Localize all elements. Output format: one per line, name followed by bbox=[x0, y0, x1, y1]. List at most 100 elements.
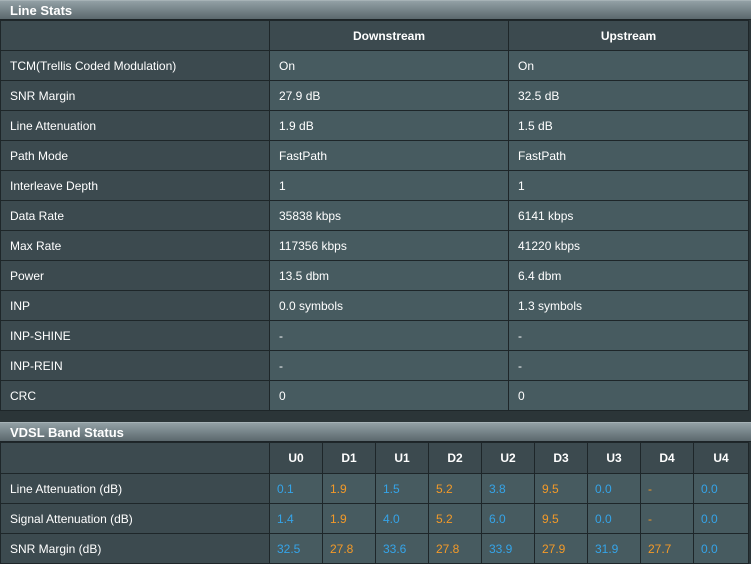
table-row: Interleave Depth 1 1 bbox=[0, 170, 749, 201]
upstream-value: 1.5 dB bbox=[508, 110, 749, 141]
band-value-d3: 9.5 bbox=[534, 503, 588, 534]
downstream-value: On bbox=[269, 50, 509, 81]
downstream-value: - bbox=[269, 320, 509, 351]
row-label: Interleave Depth bbox=[0, 170, 270, 201]
band-value-u2: 3.8 bbox=[481, 473, 535, 504]
line-stats-table: Downstream Upstream TCM(Trellis Coded Mo… bbox=[0, 20, 749, 411]
band-value-u3: 31.9 bbox=[587, 533, 641, 564]
band-value-d1: 1.9 bbox=[322, 503, 376, 534]
downstream-value: 13.5 dbm bbox=[269, 260, 509, 291]
band-value-d4: 27.7 bbox=[640, 533, 694, 564]
row-label: Max Rate bbox=[0, 230, 270, 261]
downstream-value: 35838 kbps bbox=[269, 200, 509, 231]
table-row: CRC 0 0 bbox=[0, 380, 749, 411]
band-value-u2: 33.9 bbox=[481, 533, 535, 564]
band-value-u3: 0.0 bbox=[587, 473, 641, 504]
row-label: INP-REIN bbox=[0, 350, 270, 381]
downstream-value: 0 bbox=[269, 380, 509, 411]
band-value-u1: 1.5 bbox=[375, 473, 429, 504]
band-value-u1: 4.0 bbox=[375, 503, 429, 534]
band-header-d2: D2 bbox=[428, 442, 482, 474]
upstream-value: 1.3 symbols bbox=[508, 290, 749, 321]
row-label: TCM(Trellis Coded Modulation) bbox=[0, 50, 270, 81]
band-header-blank bbox=[0, 442, 270, 474]
downstream-value: 1 bbox=[269, 170, 509, 201]
table-row: Max Rate 117356 kbps 41220 kbps bbox=[0, 230, 749, 261]
band-value-d2: 27.8 bbox=[428, 533, 482, 564]
band-row-label: SNR Margin (dB) bbox=[0, 533, 270, 564]
downstream-value: 117356 kbps bbox=[269, 230, 509, 261]
band-value-u0: 1.4 bbox=[269, 503, 323, 534]
upstream-value: 0 bbox=[508, 380, 749, 411]
downstream-value: FastPath bbox=[269, 140, 509, 171]
table-row: INP 0.0 symbols 1.3 symbols bbox=[0, 290, 749, 321]
band-value-u4: 0.0 bbox=[693, 533, 749, 564]
upstream-value: 32.5 dB bbox=[508, 80, 749, 111]
band-value-d4: - bbox=[640, 503, 694, 534]
band-header-u0: U0 bbox=[269, 442, 323, 474]
upstream-value: 6.4 dbm bbox=[508, 260, 749, 291]
band-value-u2: 6.0 bbox=[481, 503, 535, 534]
band-header-u3: U3 bbox=[587, 442, 641, 474]
table-row: Power 13.5 dbm 6.4 dbm bbox=[0, 260, 749, 291]
downstream-value: - bbox=[269, 350, 509, 381]
band-value-u1: 33.6 bbox=[375, 533, 429, 564]
upstream-value: FastPath bbox=[508, 140, 749, 171]
band-header-u4: U4 bbox=[693, 442, 749, 474]
band-value-u0: 0.1 bbox=[269, 473, 323, 504]
band-header-u1: U1 bbox=[375, 442, 429, 474]
band-header-d1: D1 bbox=[322, 442, 376, 474]
band-row-label: Line Attenuation (dB) bbox=[0, 473, 270, 504]
band-value-u4: 0.0 bbox=[693, 503, 749, 534]
table-row: Line Attenuation 1.9 dB 1.5 dB bbox=[0, 110, 749, 141]
table-row: INP-SHINE - - bbox=[0, 320, 749, 351]
band-value-d1: 27.8 bbox=[322, 533, 376, 564]
band-value-d4: - bbox=[640, 473, 694, 504]
band-value-d3: 27.9 bbox=[534, 533, 588, 564]
vdsl-band-status-title: VDSL Band Status bbox=[0, 422, 751, 442]
downstream-value: 0.0 symbols bbox=[269, 290, 509, 321]
row-label: SNR Margin bbox=[0, 80, 270, 111]
vdsl-band-status-table: U0 D1 U1 D2 U2 D3 U3 D4 U4 Line Attenuation (dB)… bbox=[0, 442, 749, 564]
row-label: Line Attenuation bbox=[0, 110, 270, 141]
band-header-u2: U2 bbox=[481, 442, 535, 474]
band-header-row: U0 D1 U1 D2 U2 D3 U3 D4 U4 bbox=[0, 442, 749, 474]
table-row: Data Rate 35838 kbps 6141 kbps bbox=[0, 200, 749, 231]
band-value-u3: 0.0 bbox=[587, 503, 641, 534]
downstream-value: 1.9 dB bbox=[269, 110, 509, 141]
row-label: INP-SHINE bbox=[0, 320, 270, 351]
upstream-value: 1 bbox=[508, 170, 749, 201]
upstream-value: 41220 kbps bbox=[508, 230, 749, 261]
band-value-u4: 0.0 bbox=[693, 473, 749, 504]
table-row: SNR Margin 27.9 dB 32.5 dB bbox=[0, 80, 749, 111]
table-row: Line Attenuation (dB) 0.1 1.9 1.5 5.2 3.8 9.5 0… bbox=[0, 473, 749, 504]
row-label: Path Mode bbox=[0, 140, 270, 171]
downstream-value: 27.9 dB bbox=[269, 80, 509, 111]
table-row: Path Mode FastPath FastPath bbox=[0, 140, 749, 171]
upstream-value: - bbox=[508, 320, 749, 351]
band-row-label: Signal Attenuation (dB) bbox=[0, 503, 270, 534]
band-header-d4: D4 bbox=[640, 442, 694, 474]
line-stats-header-row: Downstream Upstream bbox=[0, 20, 749, 51]
table-row: TCM(Trellis Coded Modulation) On On bbox=[0, 50, 749, 81]
band-value-d2: 5.2 bbox=[428, 503, 482, 534]
line-stats-header-blank bbox=[0, 20, 270, 51]
upstream-value: On bbox=[508, 50, 749, 81]
upstream-value: 6141 kbps bbox=[508, 200, 749, 231]
line-stats-title: Line Stats bbox=[0, 0, 751, 20]
table-row: SNR Margin (dB) 32.5 27.8 33.6 27.8 33.9 27.9 3… bbox=[0, 533, 749, 564]
upstream-value: - bbox=[508, 350, 749, 381]
band-value-d2: 5.2 bbox=[428, 473, 482, 504]
table-row: INP-REIN - - bbox=[0, 350, 749, 381]
row-label: Power bbox=[0, 260, 270, 291]
band-header-d3: D3 bbox=[534, 442, 588, 474]
column-header-upstream: Upstream bbox=[508, 20, 749, 51]
row-label: INP bbox=[0, 290, 270, 321]
row-label: Data Rate bbox=[0, 200, 270, 231]
column-header-downstream: Downstream bbox=[269, 20, 509, 51]
band-value-d1: 1.9 bbox=[322, 473, 376, 504]
band-value-u0: 32.5 bbox=[269, 533, 323, 564]
row-label: CRC bbox=[0, 380, 270, 411]
band-value-d3: 9.5 bbox=[534, 473, 588, 504]
table-row: Signal Attenuation (dB) 1.4 1.9 4.0 5.2 6.0 9.… bbox=[0, 503, 749, 534]
